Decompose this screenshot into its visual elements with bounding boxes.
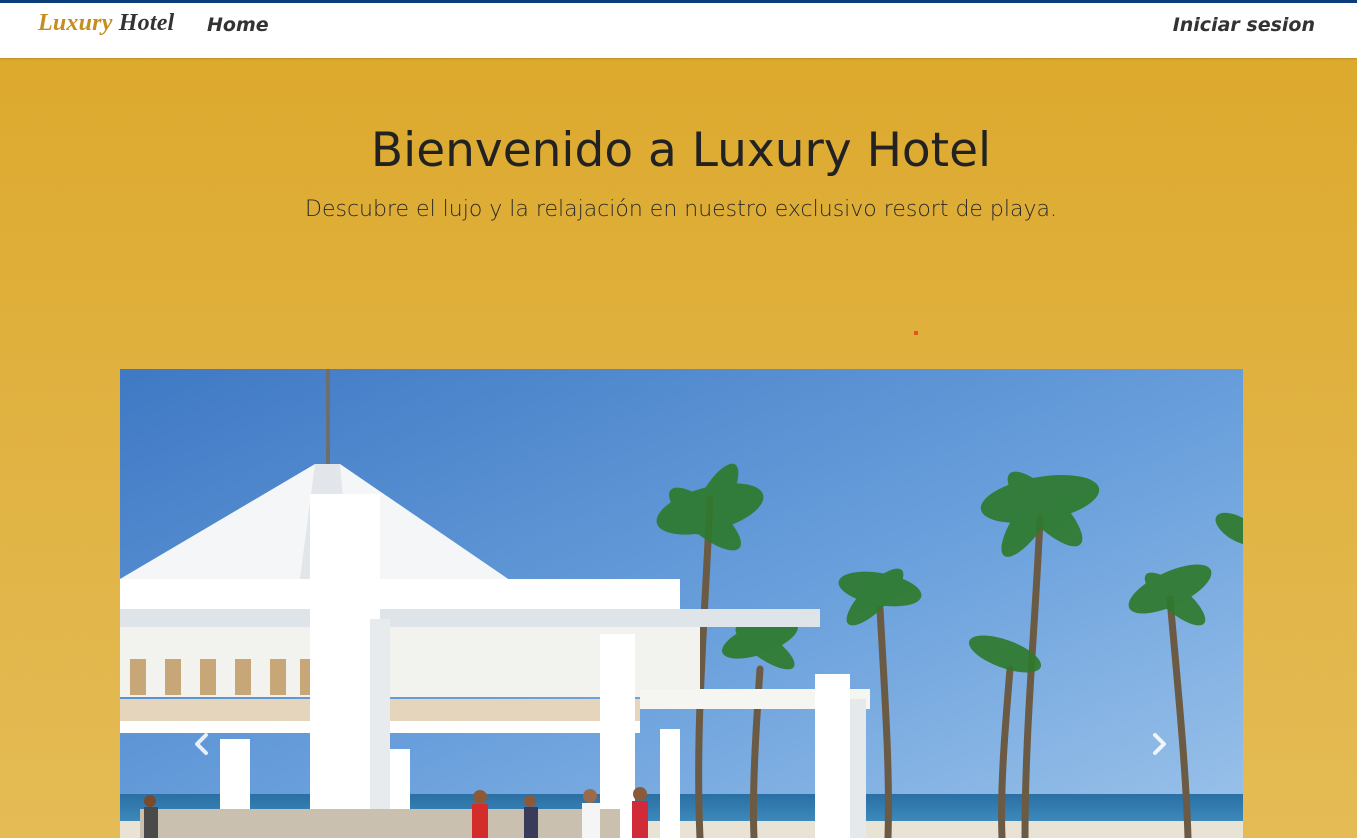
login-link[interactable]: Iniciar sesion	[1173, 13, 1315, 37]
decorative-dot	[914, 331, 918, 335]
hero-subtitle: Descubre el lujo y la relajación en nues…	[305, 197, 1057, 222]
brand-logo[interactable]: Luxury Hotel	[38, 8, 174, 38]
brand-word-hotel: Hotel	[118, 10, 175, 36]
navbar: Luxury Hotel Home Iniciar sesion	[0, 0, 1357, 58]
carousel-prev-button[interactable]	[182, 724, 222, 764]
nav-home-link[interactable]: Home	[207, 13, 269, 37]
carousel-next-button[interactable]	[1139, 724, 1179, 764]
chevron-left-icon	[195, 733, 208, 755]
chevron-right-icon	[1153, 733, 1166, 755]
brand-word-luxury: Luxury	[38, 10, 113, 36]
resort-beach-image	[120, 369, 1243, 838]
hero-title: Bienvenido a Luxury Hotel	[370, 123, 992, 178]
image-carousel	[120, 369, 1243, 838]
